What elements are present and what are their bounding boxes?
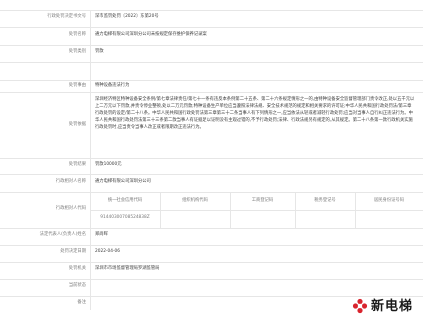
decision-date-value: 2022-04-06 [95, 249, 120, 254]
doc-no-label: 行政处罚决定书文号 [47, 14, 86, 19]
basis-label: 处罚依据 [68, 122, 86, 127]
divider [0, 228, 423, 229]
codes-inner-divider [90, 210, 423, 211]
basis-text: 深圳经济特区特种设备安全条例/第七章法律责任/第七十一条有违反本条例第二十五条、… [95, 97, 415, 130]
watermark-text: 新电梯 [370, 299, 413, 315]
divider [0, 27, 423, 28]
authority-value: 深圳市市场监督管理局罗湖监管局 [95, 266, 160, 271]
codes-value-credit: 91440300708524838Z [100, 215, 150, 220]
note-label: 备注 [77, 300, 86, 305]
category-value: 罚款 [95, 49, 104, 54]
legal-rep-value: 郑尚晖 [95, 232, 108, 237]
divider [0, 262, 423, 263]
decision-date-label: 处罚决定日期 [60, 249, 86, 254]
divider [0, 158, 423, 159]
matter-label: 处罚事由 [68, 83, 86, 88]
legal-rep-label: 法定代表人(负责人)姓名 [39, 232, 86, 237]
codes-header-id: 居民身份证号码 [373, 198, 405, 203]
category-label: 处罚类别 [68, 49, 86, 54]
divider [0, 62, 423, 63]
divider [0, 10, 423, 11]
divider [0, 92, 423, 93]
party-label: 行政相对人名称 [55, 179, 86, 184]
matter-value: 特种设备违法行为 [95, 83, 130, 88]
result-value: 罚款10000元 [95, 162, 122, 167]
codes-header-biz: 工商登记码 [251, 198, 274, 203]
divider [0, 80, 423, 81]
divider [0, 45, 423, 46]
case-name-value: 通力电梯有限公司深圳分公司未按规定保存维护保养记录案 [95, 32, 207, 37]
divider [0, 174, 423, 175]
divider [0, 245, 423, 246]
divider [0, 279, 423, 280]
codes-header-tax: 税务登记号 [314, 198, 336, 203]
codes-header-credit: 统一社会信用代码 [107, 198, 143, 203]
doc-no-value: 深市监罚处罚〔2022〕东第20号 [95, 14, 159, 19]
label-column-divider [90, 10, 91, 310]
party-value: 通力电梯有限公司深圳分公司 [95, 179, 151, 184]
codes-label: 行政相对人代码 [55, 206, 86, 211]
watermark: 新电梯 [352, 298, 413, 317]
case-name-label: 处罚名称 [68, 32, 86, 37]
divider [0, 192, 423, 193]
authority-label: 处罚机关 [68, 266, 86, 271]
codes-header-org: 组织机构代码 [182, 198, 208, 203]
flower-logo-icon [352, 298, 368, 317]
status-label: 当前状态 [68, 283, 86, 288]
result-label: 处罚结果 [68, 162, 86, 167]
